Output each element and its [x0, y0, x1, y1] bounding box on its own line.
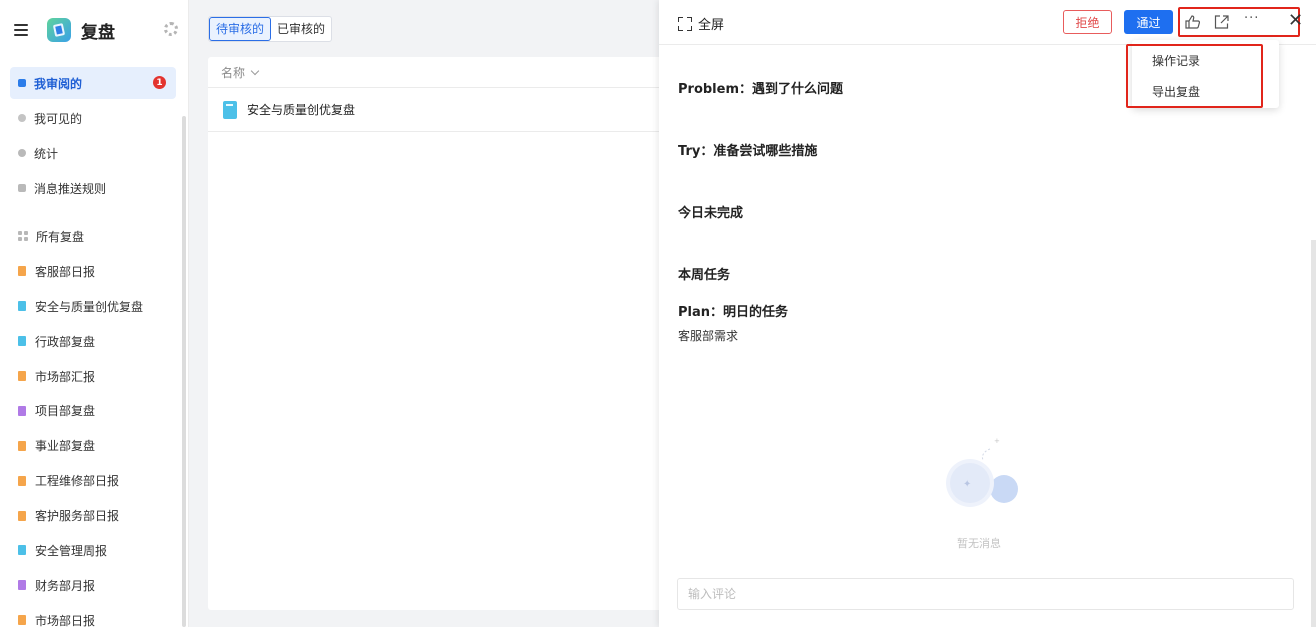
main-content: 待审核的 已审核的 名称 安全与质量创优复盘 — [189, 0, 668, 627]
detail-panel: 全屏 拒绝 通过 ··· ✕ 操作记录 导出复盘 Problem：遇到了什么问题… — [659, 0, 1316, 627]
book-icon — [18, 545, 26, 556]
sidebar: 复盘 我审阅的 1 我可见的 统计 消息推送规则 所有复盘 客服部日报 安全与质… — [0, 0, 189, 627]
book-icon — [18, 510, 26, 521]
sidebar-item-label: 安全与质量创优复盘 — [35, 299, 144, 314]
sidebar-review-list[interactable]: 项目部复盘 — [10, 393, 176, 428]
app-logo-icon — [47, 18, 71, 42]
comment-input[interactable] — [677, 578, 1294, 610]
book-icon — [18, 336, 26, 347]
tab-pending[interactable]: 待审核的 — [209, 17, 272, 41]
tab-reviewed[interactable]: 已审核的 — [271, 17, 331, 41]
sidebar-review-list[interactable]: 工程维修部日报 — [10, 463, 176, 498]
book-icon — [18, 440, 26, 451]
sidebar-item-my-reviews[interactable]: 我审阅的 1 — [10, 67, 176, 99]
sidebar-item-label: 事业部复盘 — [35, 439, 96, 454]
sidebar-item-visible[interactable]: 我可见的 — [10, 102, 176, 134]
close-icon[interactable]: ✕ — [1288, 12, 1303, 30]
sidebar-item-label: 客护服务部日报 — [35, 509, 120, 524]
app-title: 复盘 — [81, 22, 115, 43]
expand-icon — [678, 16, 692, 31]
sidebar-item-label: 市场部汇报 — [35, 369, 96, 384]
more-icon[interactable]: ··· — [1244, 11, 1259, 26]
review-table: 名称 安全与质量创优复盘 — [208, 57, 668, 610]
sidebar-review-list[interactable]: 安全管理周报 — [10, 533, 176, 568]
book-icon — [18, 266, 26, 277]
sidebar-item-label: 安全管理周报 — [35, 543, 108, 558]
column-header-label: 名称 — [221, 65, 246, 80]
sidebar-review-list[interactable]: 客护服务部日报 — [10, 498, 176, 533]
book-icon — [223, 100, 237, 119]
sidebar-item-label: 项目部复盘 — [35, 404, 96, 419]
section-problem: Problem：遇到了什么问题 — [678, 82, 843, 97]
unread-badge: 1 — [153, 76, 166, 89]
share-icon[interactable] — [1214, 15, 1230, 29]
thumbs-up-icon[interactable] — [1185, 15, 1201, 29]
sidebar-item-all-reviews[interactable]: 所有复盘 — [10, 219, 176, 254]
section-unfinished: 今日未完成 — [678, 206, 744, 221]
review-status-tabs: 待审核的 已审核的 — [208, 16, 333, 42]
row-name: 安全与质量创优复盘 — [247, 103, 356, 117]
sidebar-review-list[interactable]: 行政部复盘 — [10, 324, 176, 359]
sidebar-item-label: 消息推送规则 — [34, 181, 107, 196]
eye-icon — [18, 114, 26, 122]
section-weekly: 本周任务 — [678, 268, 731, 283]
sidebar-nav: 我审阅的 1 我可见的 统计 消息推送规则 所有复盘 客服部日报 安全与质量创优… — [0, 60, 188, 627]
fullscreen-label: 全屏 — [698, 18, 725, 33]
svg-text:+: + — [994, 437, 1000, 445]
sidebar-review-list[interactable]: 财务部月报 — [10, 568, 176, 603]
sidebar-header: 复盘 — [0, 0, 188, 60]
section-plan: Plan：明日的任务 — [678, 305, 789, 320]
reject-button[interactable]: 拒绝 — [1063, 10, 1112, 34]
empty-message-icon: + ✦ — [946, 437, 1018, 507]
sidebar-item-label: 财务部月报 — [35, 578, 96, 593]
pie-chart-icon — [18, 149, 26, 157]
fullscreen-button[interactable]: 全屏 — [678, 14, 724, 33]
book-icon — [18, 580, 26, 591]
sidebar-item-label: 我可见的 — [34, 111, 83, 126]
chevron-down-icon — [250, 66, 260, 75]
review-icon — [18, 79, 26, 87]
sidebar-review-list[interactable]: 事业部复盘 — [10, 428, 176, 463]
sidebar-item-label: 客服部日报 — [35, 264, 96, 279]
empty-text: 暂无消息 — [957, 537, 1001, 550]
grid-icon — [18, 231, 28, 242]
message-icon — [18, 184, 26, 192]
sidebar-item-label: 行政部复盘 — [35, 334, 96, 349]
sidebar-item-label: 工程维修部日报 — [35, 474, 120, 489]
column-header-name[interactable]: 名称 — [208, 57, 668, 88]
sidebar-review-list[interactable]: 市场部汇报 — [10, 359, 176, 394]
svg-text:✦: ✦ — [963, 479, 971, 490]
book-icon — [18, 405, 26, 416]
menu-icon[interactable] — [14, 24, 28, 36]
sidebar-review-list[interactable]: 市场部日报 — [10, 603, 176, 627]
sidebar-scrollbar[interactable] — [182, 116, 186, 627]
dropdown-highlight-box — [1126, 44, 1263, 108]
panel-header: 全屏 拒绝 通过 ··· ✕ — [659, 0, 1316, 45]
book-icon — [18, 615, 26, 626]
sidebar-item-label: 市场部日报 — [35, 613, 96, 627]
plan-text: 客服部需求 — [678, 329, 739, 343]
sidebar-review-list[interactable]: 安全与质量创优复盘 — [10, 289, 176, 324]
pass-button[interactable]: 通过 — [1124, 10, 1173, 34]
table-row[interactable]: 安全与质量创优复盘 — [208, 88, 668, 132]
sidebar-item-label: 我审阅的 — [34, 76, 83, 91]
book-icon — [18, 475, 26, 486]
sidebar-item-label: 所有复盘 — [36, 229, 85, 244]
sidebar-review-list[interactable]: 客服部日报 — [10, 254, 176, 289]
gear-icon[interactable] — [164, 22, 178, 36]
section-try: Try：准备尝试哪些措施 — [678, 144, 818, 159]
sidebar-item-push-rules[interactable]: 消息推送规则 — [10, 172, 176, 204]
book-icon — [18, 301, 26, 312]
panel-scrollbar[interactable] — [1311, 240, 1316, 627]
book-icon — [18, 371, 26, 381]
sidebar-item-label: 统计 — [34, 146, 59, 161]
sidebar-item-stats[interactable]: 统计 — [10, 137, 176, 169]
